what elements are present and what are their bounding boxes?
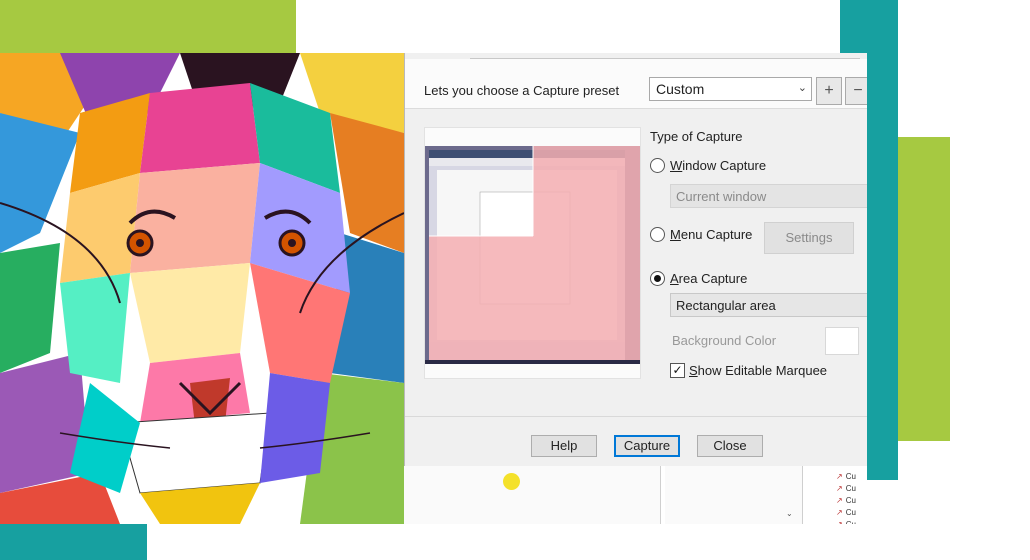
cursor-highlight-dot — [503, 473, 520, 490]
area-capture-radio[interactable] — [650, 271, 665, 286]
capture-dialog: Lets you choose a Capture preset Custom … — [404, 53, 867, 466]
window-capture-option[interactable]: Window Capture — [650, 158, 766, 173]
preset-label: Lets you choose a Capture preset — [424, 83, 620, 98]
arrow-icon: ↗ — [836, 472, 843, 481]
capture-button[interactable]: Capture — [614, 435, 680, 457]
menu-capture-option[interactable]: Menu Capture — [650, 227, 752, 242]
chevron-down-icon: ⌄ — [797, 82, 807, 94]
list-item[interactable]: ↗Cu — [836, 507, 856, 519]
window-target-select[interactable]: Current window — [670, 184, 867, 208]
minus-icon: − — [853, 82, 863, 99]
decor-bar-green-top — [0, 0, 296, 53]
lion-illustration — [0, 53, 404, 524]
show-marquee-option[interactable]: ✓ Show Editable Marquee — [670, 363, 827, 378]
help-button[interactable]: Help — [531, 435, 597, 457]
preset-select[interactable]: Custom ⌄ — [649, 77, 812, 101]
capture-type-heading: Type of Capture — [650, 129, 743, 144]
area-capture-option[interactable]: Area Capture — [650, 271, 747, 286]
screenshot-frame: ⌄ ↗Cu ↗Cu ↗Cu ↗Cu ↗Cu Lets you choose a … — [0, 53, 867, 524]
list-item[interactable]: ↗Cu — [836, 483, 856, 495]
chevron-down-icon[interactable]: ⌄ — [786, 509, 793, 518]
close-button[interactable]: Close — [697, 435, 763, 457]
plus-icon: + — [824, 82, 834, 99]
preset-value: Custom — [656, 81, 705, 97]
background-color-picker[interactable] — [825, 327, 859, 355]
background-window-strip — [404, 466, 867, 524]
arrow-icon: ↗ — [836, 484, 843, 493]
arrow-icon: ↗ — [836, 508, 843, 517]
column-divider — [660, 466, 665, 524]
window-capture-radio[interactable] — [650, 158, 665, 173]
capture-history-list: ↗Cu ↗Cu ↗Cu ↗Cu ↗Cu — [836, 471, 856, 524]
menu-capture-radio[interactable] — [650, 227, 665, 242]
arrow-icon: ↗ — [836, 496, 843, 505]
list-item[interactable]: ↗Cu — [836, 519, 856, 524]
add-preset-button[interactable]: + — [816, 77, 842, 105]
arrow-icon: ↗ — [836, 520, 843, 524]
background-color-label: Background Color — [672, 333, 777, 348]
lion-artwork — [0, 53, 404, 524]
remove-preset-button[interactable]: − — [845, 77, 867, 105]
capture-preview — [424, 127, 641, 379]
list-item[interactable]: ↗Cu — [836, 471, 856, 483]
decor-bar-green-right — [898, 137, 950, 441]
column-divider — [802, 466, 867, 524]
page: ⌄ ↗Cu ↗Cu ↗Cu ↗Cu ↗Cu Lets you choose a … — [0, 0, 1030, 560]
preset-bar: Lets you choose a Capture preset Custom … — [405, 59, 867, 109]
checkmark-icon[interactable]: ✓ — [670, 363, 685, 378]
dialog-footer: Help Capture Close — [405, 416, 867, 466]
decor-bar-teal-bottom — [0, 524, 147, 560]
preview-thumbnail — [425, 146, 640, 364]
area-type-select[interactable]: Rectangular area — [670, 293, 867, 317]
settings-button[interactable]: Settings — [764, 222, 854, 254]
list-item[interactable]: ↗Cu — [836, 495, 856, 507]
